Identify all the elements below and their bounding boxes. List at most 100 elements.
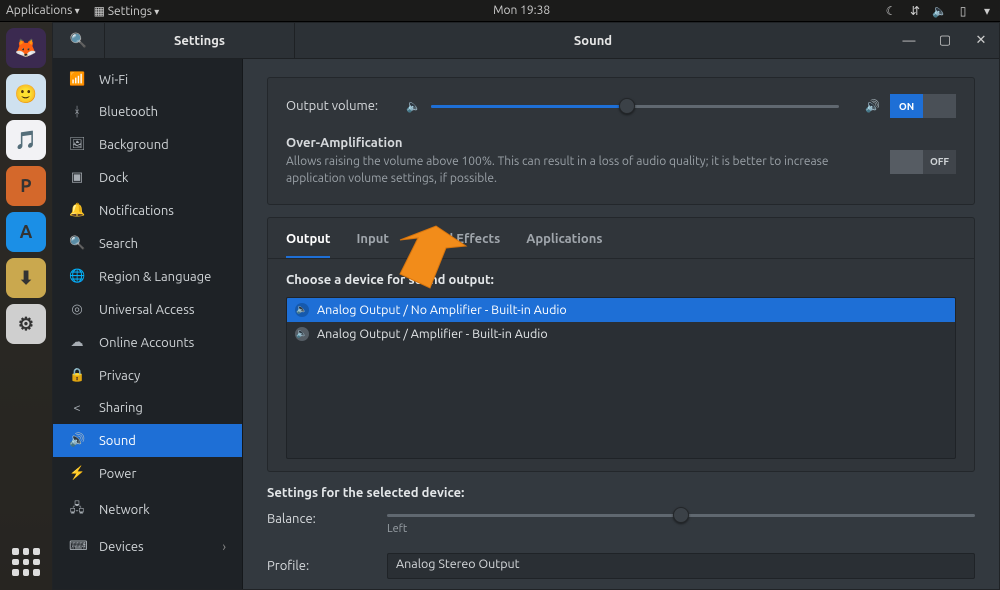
sidebar-item-online-accounts[interactable]: ☁Online Accounts <box>53 326 242 359</box>
tab-input[interactable]: Input <box>356 232 389 258</box>
device-label: Analog Output / No Amplifier - Built-in … <box>317 303 567 317</box>
window-title-right: Sound <box>295 34 891 48</box>
dock-icon: ▣ <box>69 170 85 185</box>
sidebar-item-label: Online Accounts <box>99 336 194 350</box>
show-applications-button[interactable] <box>8 544 44 580</box>
sidebar-item-label: Region & Language <box>99 270 211 284</box>
sidebar-item-search[interactable]: 🔍 Search <box>53 227 242 260</box>
background-icon: 🖼 <box>69 137 85 152</box>
system-topbar: Applications ▦ Settings Mon 19:38 ☾ ⇵ 🔈 … <box>0 0 1000 22</box>
privacy-icon: 🔒 <box>69 368 85 383</box>
sidebar-item-label: Notifications <box>99 204 174 218</box>
device-label: Analog Output / Amplifier - Built-in Aud… <box>317 327 548 341</box>
dock: 🦊 🙂 🎵 PA ⬇ ⚙ <box>0 22 52 590</box>
dock-app-install[interactable]: ⬇ <box>6 258 46 298</box>
choose-device-label: Choose a device for sound output: <box>286 273 956 287</box>
sidebar-item-label: Dock <box>99 171 128 185</box>
sidebar-item-privacy[interactable]: 🔒 Privacy <box>53 359 242 392</box>
sound-tabs-panel: Output Input Sound Effects Applications Cho… <box>267 217 975 472</box>
window-titlebar: 🔍 Settings Sound — ▢ ✕ <box>53 23 999 59</box>
over-amplification-toggle[interactable]: OFF <box>890 150 956 174</box>
close-button[interactable]: ✕ <box>963 23 999 59</box>
minimize-button[interactable]: — <box>891 23 927 59</box>
window-title-left: Settings <box>105 23 295 58</box>
dock-app-firefox[interactable]: 🦊 <box>6 28 46 68</box>
sidebar-item-notifications[interactable]: 🔔 Notifications <box>53 194 242 227</box>
sidebar-item-network[interactable]: 🖧 Network <box>53 490 242 530</box>
over-amplification-description: Allows raising the volume above 100%. Th… <box>286 154 880 188</box>
tab-sound-effects[interactable]: Sound Effects <box>415 232 500 258</box>
sidebar-item-background[interactable]: 🖼 Background <box>53 128 242 161</box>
sharing-icon: < <box>69 401 85 415</box>
network-icon[interactable]: ⇵ <box>908 4 922 18</box>
search-button[interactable]: 🔍 <box>53 23 105 59</box>
dock-app-app-store[interactable]: A <box>6 212 46 252</box>
output-volume-toggle[interactable]: ON <box>890 94 956 118</box>
clock[interactable]: Mon 19:38 <box>159 4 884 17</box>
volume-high-icon: 🔊 <box>865 99 880 113</box>
over-amplification-title: Over-Amplification <box>286 136 880 150</box>
settings-content: Output volume: 🔈 🔊 ON <box>243 59 999 589</box>
balance-left-label: Left <box>387 523 975 535</box>
sidebar-item-label: Privacy <box>99 369 140 383</box>
maximize-button[interactable]: ▢ <box>927 23 963 59</box>
sidebar-item-label: Sound <box>99 434 136 448</box>
output-volume-label: Output volume: <box>286 99 396 113</box>
sidebar-item-dock[interactable]: ▣ Dock <box>53 161 242 194</box>
sound-icon: 🔊 <box>69 433 85 448</box>
night-mode-icon[interactable]: ☾ <box>884 4 898 18</box>
network-icon: 🖧 <box>69 499 85 521</box>
sidebar-item-power[interactable]: ⚡Power <box>53 457 242 490</box>
current-app-menu[interactable]: ▦ Settings <box>94 4 160 18</box>
dock-app-music[interactable]: 🎵 <box>6 120 46 160</box>
sidebar-item-wi-fi[interactable]: 📶 Wi-Fi <box>53 63 242 96</box>
sidebar-item-bluetooth[interactable]: ᚼ Bluetooth <box>53 96 242 128</box>
sidebar-item-sound[interactable]: 🔊 Sound <box>53 424 242 457</box>
output-volume-slider[interactable] <box>431 105 839 108</box>
dock-app-settings[interactable]: ⚙ <box>6 304 46 344</box>
sidebar-item-label: Universal Access <box>99 303 194 317</box>
settings-window: 🔍 Settings Sound — ▢ ✕ 📶 Wi-Fi ᚼ Bluetooth 🖼… <box>52 22 1000 590</box>
volume-low-icon: 🔈 <box>406 99 421 113</box>
balance-label: Balance: <box>267 508 377 526</box>
balance-slider[interactable] <box>387 514 975 517</box>
sidebar-item-label: Network <box>99 503 150 517</box>
output-device-item[interactable]: 🔈 Analog Output / Amplifier - Built-in Au… <box>287 322 955 346</box>
sidebar-item-region-language[interactable]: 🌐 Region & Language <box>53 260 242 293</box>
sidebar-item-label: Background <box>99 138 169 152</box>
chevron-right-icon: › <box>222 540 226 554</box>
search-icon: 🔍 <box>69 236 85 251</box>
selected-device-settings-label: Settings for the selected device: <box>267 486 975 500</box>
universal-access-icon: ◎ <box>69 302 85 317</box>
volume-icon[interactable]: 🔈 <box>932 4 946 18</box>
tab-applications[interactable]: Applications <box>526 232 602 258</box>
profile-label: Profile: <box>267 559 377 573</box>
speaker-icon: 🔈 <box>295 303 309 317</box>
output-device-list[interactable]: 🔈 Analog Output / No Amplifier - Built-in… <box>286 297 956 459</box>
sidebar-item-label: Wi-Fi <box>99 73 128 87</box>
sidebar-item-universal-access[interactable]: ◎ Universal Access <box>53 293 242 326</box>
sidebar-item-devices[interactable]: ⌨Devices› <box>53 530 242 563</box>
notifications-icon: 🔔 <box>69 203 85 218</box>
settings-sidebar: 📶 Wi-Fi ᚼ Bluetooth 🖼 Background ▣ Dock 🔔 Notific… <box>53 59 243 589</box>
sidebar-item-label: Devices <box>99 540 144 554</box>
sound-tabs: Output Input Sound Effects Applications <box>268 218 974 259</box>
speaker-icon: 🔈 <box>295 327 309 341</box>
tab-output[interactable]: Output <box>286 232 330 258</box>
sidebar-item-sharing[interactable]: < Sharing <box>53 392 242 424</box>
output-device-item[interactable]: 🔈 Analog Output / No Amplifier - Built-in… <box>287 298 955 322</box>
system-menu-caret[interactable]: ▾ <box>980 4 994 18</box>
power-icon: ⚡ <box>69 466 85 481</box>
output-volume-panel: Output volume: 🔈 🔊 ON <box>267 77 975 205</box>
sidebar-item-label: Bluetooth <box>99 105 158 119</box>
sidebar-item-label: Sharing <box>99 401 143 415</box>
battery-icon[interactable]: ▯ <box>956 4 970 18</box>
region-language-icon: 🌐 <box>69 269 85 284</box>
wi-fi-icon: 📶 <box>69 72 85 87</box>
applications-menu[interactable]: Applications <box>6 4 80 17</box>
sidebar-item-label: Search <box>99 237 138 251</box>
dock-app-files[interactable]: 🙂 <box>6 74 46 114</box>
bluetooth-icon: ᚼ <box>69 105 85 119</box>
dock-app-presentations[interactable]: P <box>6 166 46 206</box>
profile-select[interactable]: Analog Stereo Output <box>387 553 975 579</box>
